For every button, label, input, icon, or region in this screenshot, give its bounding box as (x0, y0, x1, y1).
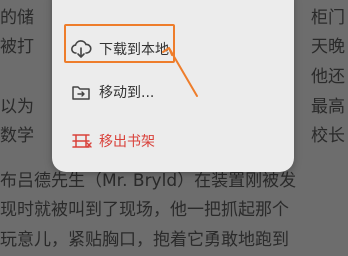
bookshelf-remove-icon (70, 130, 92, 152)
remove-from-bookshelf-label: 移出书架 (99, 134, 155, 150)
folder-move-icon (70, 81, 92, 103)
article-line: 被打 (0, 37, 34, 57)
annotation-arrow (162, 47, 198, 97)
article-line: 玩意儿，紧贴胸口，抱着它勇敢地跑到 (0, 230, 289, 250)
article-line: 现时就被叫到了现场，他一把抓起那个 (0, 200, 289, 220)
article-line-fragment: 柜门 (311, 8, 345, 28)
article-line-fragment: 他还 (311, 67, 345, 87)
article-line: 的储 (0, 8, 34, 28)
article-line-fragment: 校长 (311, 126, 345, 146)
article-line-fragment: 天晚 (311, 37, 345, 57)
article-line: 数学 (0, 126, 34, 146)
article-line-fragment: 最高 (311, 97, 345, 117)
remove-from-bookshelf-item[interactable]: 移出书架 (52, 120, 294, 162)
move-to-label: 移动到... (99, 85, 155, 101)
article-line: 以为 (0, 97, 34, 117)
